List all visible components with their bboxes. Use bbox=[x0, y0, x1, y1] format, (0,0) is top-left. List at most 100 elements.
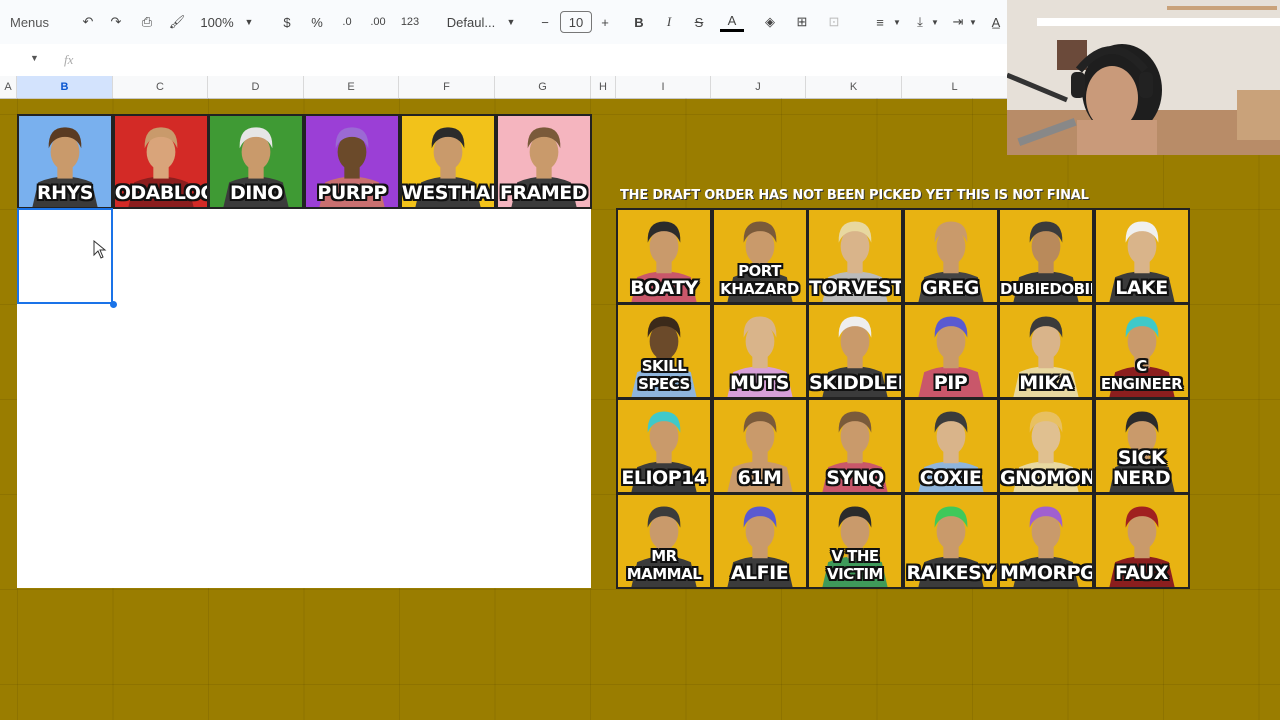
captain-tile[interactable]: FRAMED bbox=[495, 114, 592, 209]
zoom-dropdown-icon[interactable]: ▼ bbox=[242, 11, 256, 33]
player-name: SYNQ bbox=[826, 467, 884, 489]
player-name: MMORPG bbox=[1000, 562, 1094, 584]
player-tile[interactable]: PORT KHAZARD bbox=[711, 208, 808, 304]
player-name: COXIE bbox=[919, 467, 982, 489]
sheets-toolbar: Menus ↶ ↷ ⎙ 🖌 100% ▼ $ % .0 .00 123 Defa… bbox=[0, 0, 1008, 45]
player-tile[interactable]: COXIE bbox=[902, 398, 999, 494]
column-header-g[interactable]: G bbox=[495, 76, 591, 98]
column-header-a[interactable]: A bbox=[0, 76, 17, 98]
player-tile[interactable]: ELIOP14 bbox=[616, 398, 712, 494]
player-name: LAKE bbox=[1115, 277, 1168, 299]
increase-decimal-button[interactable]: .00 bbox=[366, 11, 390, 33]
player-tile[interactable]: BOATY bbox=[616, 208, 712, 304]
number-format-button[interactable]: 123 bbox=[398, 11, 422, 33]
name-box-dropdown-icon[interactable]: ▼ bbox=[30, 53, 39, 63]
player-tile[interactable]: 61M bbox=[711, 398, 808, 494]
strikethrough-icon[interactable]: S bbox=[690, 11, 708, 33]
player-name: PORT KHAZARD bbox=[720, 262, 799, 298]
player-name: MUTS bbox=[730, 372, 789, 394]
fill-color-icon[interactable]: ◈ bbox=[760, 11, 780, 33]
percent-format-button[interactable]: % bbox=[308, 11, 326, 33]
zoom-select[interactable]: 100% bbox=[196, 11, 238, 33]
player-tile[interactable]: GREG bbox=[902, 208, 999, 304]
captain-tile[interactable]: WESTHAM bbox=[399, 114, 496, 209]
player-tile[interactable]: MMORPG bbox=[998, 493, 1094, 589]
player-tile[interactable]: V THE VICTIM bbox=[807, 493, 903, 589]
player-tile[interactable]: TORVESTA bbox=[807, 208, 903, 304]
font-select[interactable]: Defaul... bbox=[442, 11, 500, 33]
player-tile[interactable]: SYNQ bbox=[807, 398, 903, 494]
player-name: GREG bbox=[922, 277, 979, 299]
font-dropdown-icon[interactable]: ▼ bbox=[504, 11, 518, 33]
captain-tile[interactable]: RHYS bbox=[17, 114, 113, 209]
player-tile[interactable]: C ENGINEER bbox=[1093, 303, 1190, 399]
player-name: MIKA bbox=[1019, 372, 1073, 394]
player-tile[interactable]: PIP bbox=[902, 303, 999, 399]
vertical-align-icon[interactable]: ⤓ bbox=[910, 11, 930, 33]
undo-icon[interactable]: ↶ bbox=[78, 11, 98, 33]
player-tile[interactable]: GNOMONKEY bbox=[998, 398, 1094, 494]
player-name: FAUX bbox=[1115, 562, 1169, 584]
italic-button[interactable]: I bbox=[660, 11, 678, 33]
text-rotation-icon[interactable]: A̲ bbox=[986, 11, 1006, 33]
borders-icon[interactable]: ⊞ bbox=[792, 11, 812, 33]
player-tile[interactable]: DUBIEDOBIES bbox=[998, 208, 1094, 304]
webcam-feed-image bbox=[1007, 0, 1280, 155]
player-tile[interactable]: SICK NERD bbox=[1093, 398, 1190, 494]
column-header-e[interactable]: E bbox=[304, 76, 399, 98]
bold-button[interactable]: B bbox=[630, 11, 648, 33]
menus-button[interactable]: Menus bbox=[10, 11, 54, 33]
player-name: TORVESTA bbox=[809, 277, 903, 299]
captain-name: ODABLOCK bbox=[114, 182, 207, 204]
captain-tile[interactable]: ODABLOCK bbox=[112, 114, 209, 209]
align-left-icon[interactable]: ≡ bbox=[870, 11, 890, 33]
decrease-decimal-button[interactable]: .0 bbox=[336, 11, 358, 33]
player-tile[interactable]: MUTS bbox=[711, 303, 808, 399]
player-tile[interactable]: SKILL SPECS bbox=[616, 303, 712, 399]
player-tile[interactable]: RAIKESY bbox=[902, 493, 999, 589]
player-tile[interactable]: MR MAMMAL bbox=[616, 493, 712, 589]
align-dropdown-icon[interactable]: ▼ bbox=[892, 11, 902, 33]
captain-name: FRAMED bbox=[500, 182, 587, 204]
player-name: SKILL SPECS bbox=[638, 357, 690, 393]
currency-format-button[interactable]: $ bbox=[278, 11, 296, 33]
print-icon[interactable]: ⎙ bbox=[137, 11, 157, 33]
player-name: ALFIE bbox=[730, 562, 789, 584]
text-wrap-icon[interactable]: ⇥ bbox=[948, 11, 968, 33]
captain-tile[interactable]: DINO bbox=[208, 114, 305, 209]
player-tile[interactable]: MIKA bbox=[998, 303, 1094, 399]
redo-icon[interactable]: ↷ bbox=[106, 11, 126, 33]
player-name: GNOMONKEY bbox=[1000, 467, 1094, 489]
mouse-cursor-icon bbox=[93, 240, 107, 259]
captain-name: RHYS bbox=[37, 182, 93, 204]
player-tile[interactable]: FAUX bbox=[1093, 493, 1190, 589]
column-header-i[interactable]: I bbox=[616, 76, 711, 98]
font-size-increase-button[interactable]: + bbox=[596, 11, 614, 33]
column-header-c[interactable]: C bbox=[113, 76, 208, 98]
column-header-d[interactable]: D bbox=[208, 76, 304, 98]
player-name: BOATY bbox=[630, 277, 698, 299]
player-name: PIP bbox=[933, 372, 968, 394]
valign-dropdown-icon[interactable]: ▼ bbox=[930, 11, 940, 33]
player-name: 61M bbox=[737, 467, 782, 489]
player-name: RAIKESY bbox=[906, 562, 995, 584]
font-size-decrease-button[interactable]: − bbox=[536, 11, 554, 33]
player-tile[interactable]: SKIDDLER bbox=[807, 303, 903, 399]
column-header-h[interactable]: H bbox=[591, 76, 616, 98]
player-tile[interactable]: LAKE bbox=[1093, 208, 1190, 304]
column-header-k[interactable]: K bbox=[806, 76, 902, 98]
fill-handle[interactable] bbox=[110, 301, 117, 308]
merge-cells-icon[interactable]: ⊡ bbox=[824, 11, 844, 33]
draft-notice: THE DRAFT ORDER HAS NOT BEEN PICKED YET … bbox=[620, 188, 1089, 203]
text-color-button[interactable]: A bbox=[720, 11, 744, 32]
wrap-dropdown-icon[interactable]: ▼ bbox=[968, 11, 978, 33]
font-size-input[interactable]: 10 bbox=[560, 11, 592, 33]
formula-input[interactable] bbox=[90, 48, 1000, 72]
column-header-b[interactable]: B bbox=[17, 76, 113, 98]
paint-format-icon[interactable]: 🖌 bbox=[167, 11, 187, 33]
column-header-j[interactable]: J bbox=[711, 76, 806, 98]
column-header-f[interactable]: F bbox=[399, 76, 495, 98]
player-tile[interactable]: ALFIE bbox=[711, 493, 808, 589]
captain-tile[interactable]: PURPP bbox=[304, 114, 401, 209]
column-header-l[interactable]: L bbox=[902, 76, 1008, 98]
